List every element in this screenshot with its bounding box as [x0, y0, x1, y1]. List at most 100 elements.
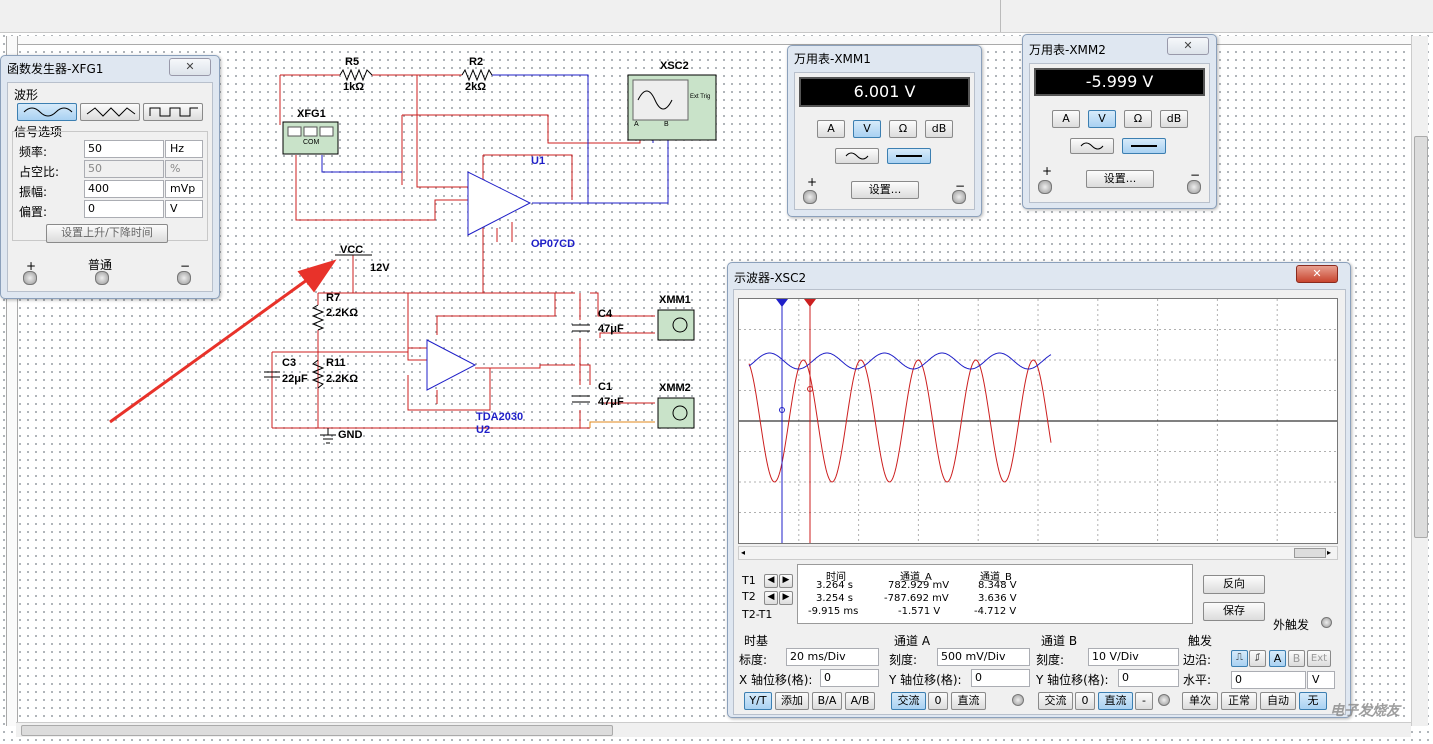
- channel-a-zero-button[interactable]: 0: [928, 692, 948, 710]
- mm2-settings-button[interactable]: 设置...: [1086, 170, 1154, 188]
- cursor-t2-handle[interactable]: [804, 299, 816, 307]
- fg-amplitude-label: 振幅:: [19, 185, 48, 199]
- channel-b-zero-button[interactable]: 0: [1075, 692, 1095, 710]
- oscilloscope-window[interactable]: 示波器-XSC2 ✕ ◂ ▸ T1 T2 T2-T1 ◀ ▶ ◀ ▶ 时间 通道…: [727, 262, 1351, 718]
- xfg1-name: XFG1: [297, 108, 326, 120]
- fg-close-button[interactable]: ✕: [169, 58, 211, 76]
- mm2-ohmmeter-button[interactable]: Ω: [1124, 110, 1152, 128]
- mm1-plus-terminal[interactable]: [803, 190, 817, 204]
- channel-b-terminal[interactable]: [1158, 694, 1170, 706]
- trigger-source-ext-button[interactable]: Ext: [1307, 650, 1331, 667]
- fg-plus-terminal[interactable]: [23, 271, 37, 285]
- trigger-source-a-button[interactable]: A: [1269, 650, 1286, 667]
- fg-rise-fall-button[interactable]: 设置上升/下降时间: [46, 224, 168, 243]
- trigger-level-label: 水平:: [1183, 673, 1212, 687]
- mm2-db-button[interactable]: dB: [1160, 110, 1188, 128]
- fg-amplitude-unit[interactable]: mVp: [165, 180, 203, 198]
- multimeter-xmm2-window[interactable]: 万用表-XMM2 ✕ -5.999 V A V Ω dB + − 设置...: [1022, 34, 1217, 209]
- t1-right-button[interactable]: ▶: [779, 574, 793, 588]
- trigger-level-input[interactable]: 0: [1231, 671, 1306, 689]
- mm1-plus-label: +: [807, 175, 818, 189]
- t2-label: T2: [742, 590, 756, 603]
- mm2-close-button[interactable]: ✕: [1167, 37, 1209, 55]
- ab-mode-button[interactable]: A/B: [845, 692, 875, 710]
- mm2-ac-button[interactable]: [1070, 138, 1114, 154]
- fg-offset-unit[interactable]: V: [165, 200, 203, 218]
- ac-wave-icon: [845, 152, 869, 160]
- timebase-scale-input[interactable]: 20 ms/Div: [786, 648, 879, 666]
- fg-frequency-unit[interactable]: Hz: [165, 140, 203, 158]
- arrow-right-icon: ▶: [782, 592, 790, 602]
- fg-triangle-button[interactable]: [80, 103, 140, 121]
- fg-duty-input[interactable]: 50: [84, 160, 164, 178]
- channel-a-ac-button[interactable]: 交流: [891, 692, 926, 710]
- ba-mode-button[interactable]: B/A: [812, 692, 842, 710]
- multimeter-xmm1-window[interactable]: 万用表-XMM1 6.001 V A V Ω dB + − 设置...: [787, 45, 982, 217]
- channel-a-dc-button[interactable]: 直流: [951, 692, 986, 710]
- mm1-settings-button[interactable]: 设置...: [851, 181, 919, 199]
- scope-close-button[interactable]: ✕: [1296, 265, 1338, 283]
- ac-wave-icon: [1080, 142, 1104, 150]
- timebase-header: 时基: [744, 634, 769, 648]
- t1-channel-b: 8.348 V: [978, 580, 1017, 591]
- t2-right-button[interactable]: ▶: [779, 591, 793, 605]
- channel-b-minus-button[interactable]: -: [1135, 692, 1153, 710]
- channel-b-ac-button[interactable]: 交流: [1038, 692, 1073, 710]
- mm2-voltmeter-button[interactable]: V: [1088, 110, 1116, 128]
- fg-amplitude-input[interactable]: 400: [84, 180, 164, 198]
- scroll-left-icon[interactable]: ◂: [741, 548, 745, 557]
- fg-minus-terminal[interactable]: [177, 271, 191, 285]
- fg-frequency-input[interactable]: 50: [84, 140, 164, 158]
- trigger-source-b-button[interactable]: B: [1288, 650, 1305, 667]
- reverse-button[interactable]: 反向: [1203, 575, 1265, 594]
- scope-scroll-thumb[interactable]: [1294, 548, 1326, 558]
- channel-a-ypos-input[interactable]: 0: [971, 669, 1030, 687]
- save-button[interactable]: 保存: [1203, 602, 1265, 621]
- mm2-ammeter-button[interactable]: A: [1052, 110, 1080, 128]
- fg-offset-input[interactable]: 0: [84, 200, 164, 218]
- trigger-falling-edge-button[interactable]: ⎎: [1249, 650, 1266, 667]
- r11-name: R11: [326, 357, 346, 369]
- fg-duty-unit[interactable]: %: [165, 160, 203, 178]
- scope-horizontal-scrollbar[interactable]: ◂ ▸: [738, 546, 1338, 560]
- trigger-auto-button[interactable]: 自动: [1260, 692, 1296, 710]
- mm1-db-button[interactable]: dB: [925, 120, 953, 138]
- mm1-voltmeter-button[interactable]: V: [853, 120, 881, 138]
- t1-left-button[interactable]: ◀: [764, 574, 778, 588]
- channel-b-ypos-input[interactable]: 0: [1118, 669, 1179, 687]
- trigger-single-button[interactable]: 单次: [1182, 692, 1218, 710]
- yt-mode-button[interactable]: Y/T: [744, 692, 772, 710]
- scope-screen[interactable]: [738, 298, 1338, 544]
- t2-left-button[interactable]: ◀: [764, 591, 778, 605]
- scroll-right-icon[interactable]: ▸: [1327, 548, 1331, 557]
- falling-edge-icon: ⎎: [1254, 652, 1261, 663]
- mm2-dc-button[interactable]: [1122, 138, 1166, 154]
- mm1-ohmmeter-button[interactable]: Ω: [889, 120, 917, 138]
- xsc2-ext-trig: Ext Trig: [690, 94, 711, 100]
- trigger-none-button[interactable]: 无: [1299, 692, 1327, 710]
- mm1-minus-terminal[interactable]: [952, 190, 966, 204]
- mm1-panel: 6.001 V A V Ω dB + − 设置...: [794, 72, 975, 210]
- timebase-xpos-input[interactable]: 0: [820, 669, 879, 687]
- trigger-level-unit[interactable]: V: [1307, 671, 1335, 689]
- t1-label: T1: [742, 574, 756, 587]
- trigger-rising-edge-button[interactable]: ⎍: [1231, 650, 1248, 667]
- channel-b-scale-input[interactable]: 10 V/Div: [1088, 648, 1179, 666]
- channel-b-dc-button[interactable]: 直流: [1098, 692, 1133, 710]
- orange-wire: [589, 421, 655, 428]
- mm1-ac-button[interactable]: [835, 148, 879, 164]
- channel-a-terminal[interactable]: [1012, 694, 1024, 706]
- fg-common-terminal[interactable]: [95, 271, 109, 285]
- channel-a-scale-input[interactable]: 500 mV/Div: [937, 648, 1030, 666]
- function-generator-window[interactable]: 函数发生器-XFG1 ✕ 波形 信号选项 频率: 50 Hz 占空比: 50 %…: [0, 55, 220, 299]
- mm1-ammeter-button[interactable]: A: [817, 120, 845, 138]
- mm2-minus-terminal[interactable]: [1187, 180, 1201, 194]
- mm1-dc-button[interactable]: [887, 148, 931, 164]
- fg-sine-button[interactable]: [17, 103, 77, 121]
- fg-square-button[interactable]: [143, 103, 203, 121]
- trigger-normal-button[interactable]: 正常: [1221, 692, 1257, 710]
- add-mode-button[interactable]: 添加: [775, 692, 809, 710]
- mm2-plus-terminal[interactable]: [1038, 180, 1052, 194]
- ext-trigger-terminal[interactable]: [1321, 617, 1332, 628]
- cursor-t1-handle[interactable]: [776, 299, 788, 307]
